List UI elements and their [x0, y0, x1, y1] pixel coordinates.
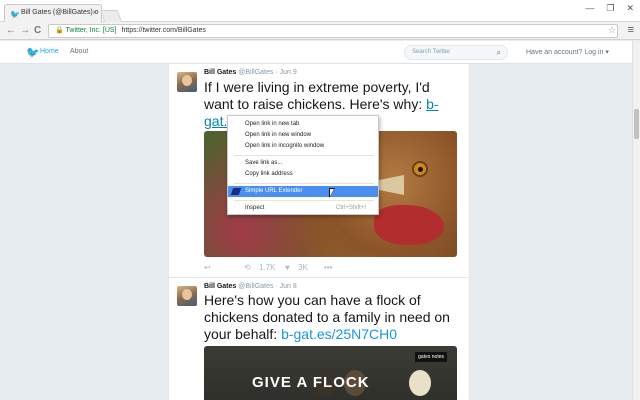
like-icon[interactable]: ♥	[285, 263, 290, 272]
menu-open-incognito[interactable]: Open link in incognito window	[228, 141, 378, 152]
reply-icon[interactable]: ↩	[204, 263, 211, 272]
more-icon[interactable]: •••	[324, 263, 332, 272]
author-name[interactable]: Bill Gates	[204, 69, 236, 76]
chicken-wattle	[374, 205, 444, 245]
tweet-link[interactable]: b-gat.es/25N7CH0	[281, 326, 397, 342]
author-handle[interactable]: @BillGates	[238, 69, 273, 76]
address-bar[interactable]: 🔒 Twitter, Inc. [US] https://twitter.com…	[48, 24, 618, 38]
back-icon[interactable]: ←	[6, 25, 16, 36]
new-tab-button[interactable]	[99, 10, 123, 22]
bookmark-star-icon[interactable]: ☆	[608, 25, 616, 36]
tweet-photo-give-a-flock[interactable]: gates notes GIVE A FLOCK	[204, 346, 457, 400]
mouse-cursor-icon	[329, 188, 335, 198]
browser-titlebar: 🐦 Bill Gates (@BillGates) o × — ❐ ✕	[0, 0, 640, 22]
tweet-date[interactable]: · Jun 9	[275, 69, 296, 76]
menu-item-label: Simple URL Extender	[245, 188, 303, 194]
image-title: GIVE A FLOCK	[252, 374, 370, 391]
window-controls: — ❐ ✕	[585, 3, 634, 14]
twitter-bird-icon: 🐦	[10, 10, 20, 19]
reload-icon[interactable]: C	[34, 25, 41, 36]
tweet-body: If I were living in extreme poverty, I'd…	[204, 79, 430, 112]
scrollbar-thumb[interactable]	[634, 109, 639, 139]
browser-tab[interactable]: 🐦 Bill Gates (@BillGates) o ×	[4, 4, 102, 22]
tweet-meta: Bill Gates @BillGates · Jun 9	[204, 69, 297, 76]
home-bird-icon[interactable]: 🐦	[26, 46, 40, 59]
avatar[interactable]	[177, 286, 197, 306]
menu-shortcut: Ctrl+Shift+I	[335, 205, 366, 211]
login-link[interactable]: Have an account? Log in ▾	[526, 48, 609, 56]
retweet-count: 1.7K	[259, 263, 276, 272]
minimize-icon[interactable]: —	[585, 3, 594, 14]
page-scrollbar[interactable]	[632, 41, 640, 400]
tab-title: Bill Gates (@BillGates) o	[21, 9, 99, 16]
url-text: https://twitter.com/BillGates	[121, 27, 206, 34]
context-menu: Open link in new tab Open link in new wi…	[227, 115, 379, 215]
retweet-icon[interactable]: ⟲	[244, 263, 251, 272]
secure-badge: 🔒 Twitter, Inc. [US]	[55, 27, 117, 34]
chicken-eye	[412, 161, 428, 177]
url-extender-icon	[230, 188, 242, 195]
menu-separator	[234, 155, 374, 156]
maximize-icon[interactable]: ❐	[606, 3, 614, 14]
tweet-meta: Bill Gates @BillGates · Jun 8	[204, 283, 297, 290]
menu-separator	[234, 183, 374, 184]
avatar[interactable]	[177, 72, 197, 92]
menu-item-label: Inspect	[245, 205, 265, 211]
tweet-link[interactable]: b-	[426, 96, 438, 112]
author-name[interactable]: Bill Gates	[204, 283, 236, 290]
tweet-text: Here's how you can have a flock of chick…	[204, 292, 462, 343]
browser-menu-icon[interactable]: ≡	[628, 24, 634, 36]
tweet-date[interactable]: · Jun 8	[275, 283, 296, 290]
browser-toolbar: ← → C 🔒 Twitter, Inc. [US] https://twitt…	[0, 22, 640, 40]
chick	[409, 370, 431, 396]
gates-notes-logo: gates notes	[415, 352, 447, 362]
menu-simple-url-extender[interactable]: Simple URL Extender	[228, 186, 378, 197]
menu-open-new-window[interactable]: Open link in new window	[228, 130, 378, 141]
menu-save-link-as[interactable]: Save link as...	[228, 158, 378, 169]
twitter-header: 🐦 Home About Search Twitter ⌕ Have an ac…	[0, 41, 632, 64]
menu-separator	[234, 200, 374, 201]
menu-inspect[interactable]: Inspect Ctrl+Shift+I	[228, 203, 378, 214]
search-icon[interactable]: ⌕	[497, 48, 501, 58]
menu-open-new-tab[interactable]: Open link in new tab	[228, 119, 378, 130]
nav-about-link[interactable]: About	[70, 48, 88, 55]
forward-icon[interactable]: →	[20, 25, 30, 36]
author-handle[interactable]: @BillGates	[238, 283, 273, 290]
search-placeholder: Search Twitter	[412, 49, 451, 55]
tab-close-icon[interactable]: ×	[92, 8, 97, 17]
search-input[interactable]: Search Twitter ⌕	[404, 45, 508, 60]
nav-home-link[interactable]: Home	[40, 48, 59, 55]
close-window-icon[interactable]: ✕	[626, 3, 634, 14]
like-count: 3K	[298, 263, 308, 272]
menu-copy-link-address[interactable]: Copy link address	[228, 169, 378, 180]
